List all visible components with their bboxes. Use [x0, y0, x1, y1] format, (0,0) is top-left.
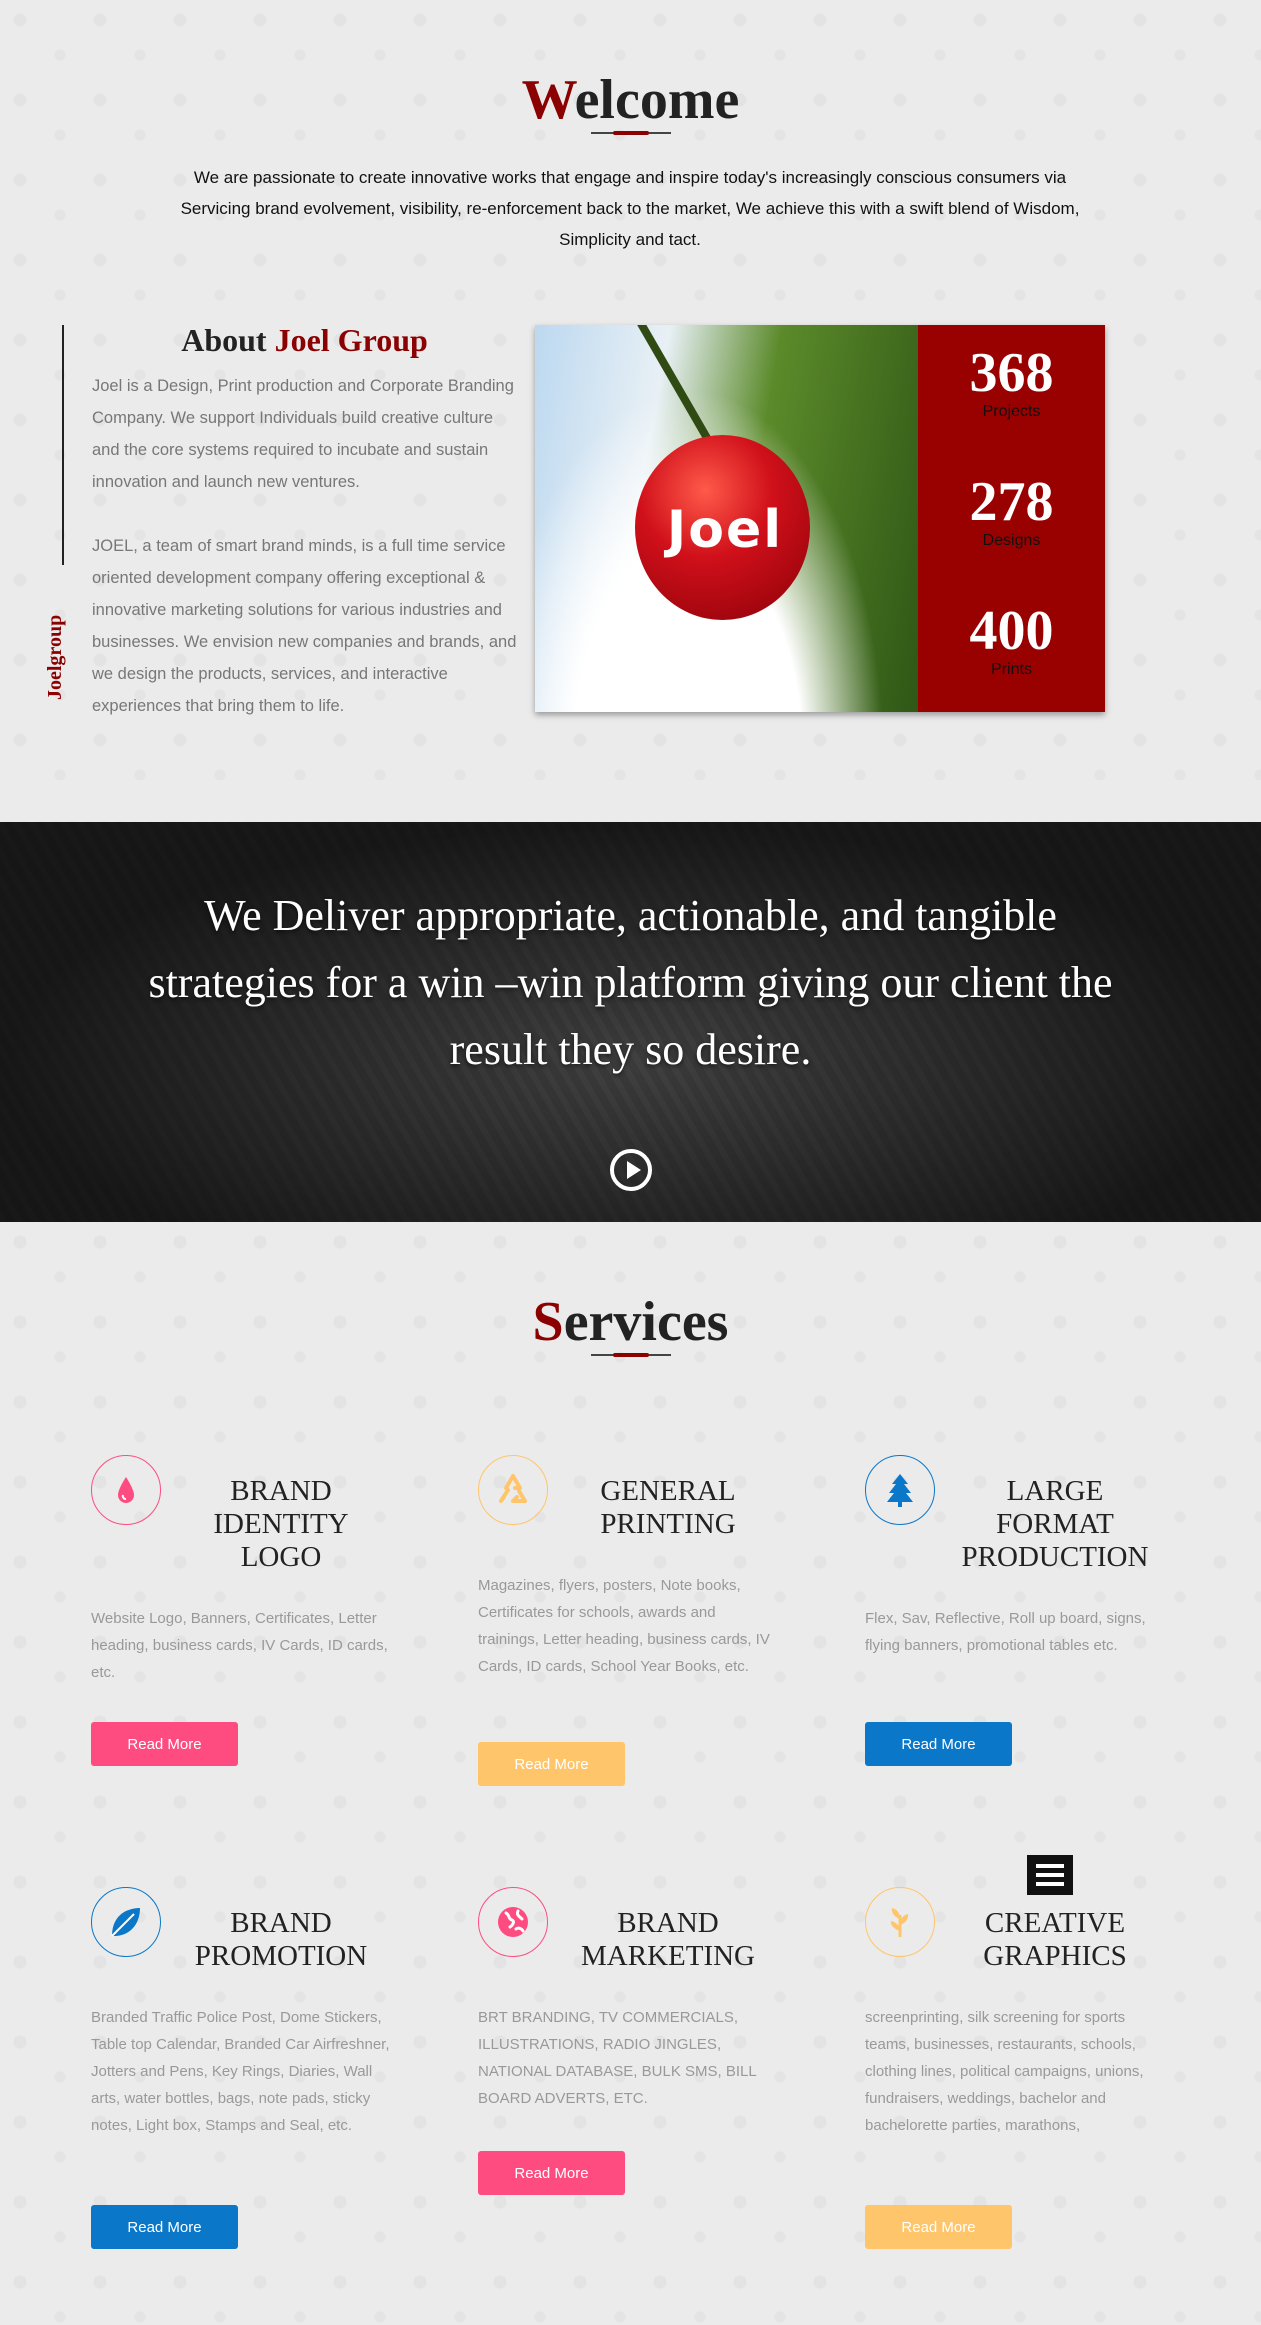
menu-bar — [1036, 1873, 1064, 1877]
menu-bar — [1036, 1864, 1064, 1868]
services-section: Services BRAND IDENTITY LOGO Website Log… — [0, 1222, 1261, 2325]
about-vertical-line — [62, 325, 64, 565]
leaf-icon — [91, 1887, 161, 1957]
about-feature-box: Joel 368 Projects 278 Designs 400 Prints — [535, 325, 1105, 712]
service-description: BRT BRANDING, TV COMMERCIALS, ILLUSTRATI… — [478, 2009, 757, 2107]
read-more-button[interactable]: Read More — [91, 1722, 238, 1766]
services-title: Services — [532, 1291, 729, 1353]
service-title: BRAND MARKETING — [581, 1907, 755, 1972]
welcome-title: Welcome — [521, 69, 740, 131]
recycle-icon — [478, 1455, 548, 1525]
service-description: Website Logo, Banners, Certificates, Let… — [91, 1610, 388, 1681]
about-title: About Joel Group — [181, 322, 428, 358]
read-more-button[interactable]: Read More — [865, 2205, 1012, 2249]
stat-label: Projects — [982, 403, 1041, 420]
banner-text: We Deliver appropriate, actionable, and … — [148, 891, 1113, 1074]
service-title: CREATIVE GRAPHICS — [983, 1907, 1127, 1972]
cherry-stem — [632, 325, 715, 447]
service-title: BRAND PROMOTION — [194, 1907, 368, 1972]
play-circle-icon[interactable] — [610, 1149, 652, 1191]
stat-label: Designs — [982, 532, 1041, 549]
globe-icon — [478, 1887, 548, 1957]
stat-projects: 368 Projects — [918, 343, 1105, 421]
service-title: GENERAL PRINTING — [600, 1475, 736, 1540]
read-more-button[interactable]: Read More — [478, 1742, 625, 1786]
service-description: Branded Traffic Police Post, Dome Sticke… — [91, 2009, 390, 2134]
stat-label: Prints — [991, 661, 1032, 678]
welcome-text: We are passionate to create innovative w… — [180, 168, 1080, 249]
service-description: screenprinting, silk screening for sport… — [865, 2009, 1144, 2134]
cherry-photo: Joel — [535, 325, 918, 712]
menu-bar — [1036, 1882, 1064, 1886]
strategy-banner: We Deliver appropriate, actionable, and … — [0, 822, 1261, 1222]
read-more-button[interactable]: Read More — [865, 1722, 1012, 1766]
service-title: BRAND IDENTITY LOGO — [213, 1475, 349, 1573]
about-paragraph-2: JOEL, a team of smart brand minds, is a … — [92, 537, 517, 715]
service-description: Flex, Sav, Reflective, Roll up board, si… — [865, 1610, 1146, 1654]
read-more-button[interactable]: Read More — [478, 2151, 625, 2195]
stat-number: 278 — [969, 471, 1054, 533]
service-title: LARGE FORMAT PRODUCTION — [961, 1475, 1149, 1573]
stats-panel: 368 Projects 278 Designs 400 Prints — [918, 325, 1105, 712]
stat-prints: 400 Prints — [918, 601, 1105, 679]
services-title-rule — [590, 1353, 671, 1357]
welcome-section: Welcome We are passionate to create inno… — [0, 0, 1261, 780]
stat-designs: 278 Designs — [918, 472, 1105, 550]
drop-icon — [91, 1455, 161, 1525]
stat-number: 368 — [969, 342, 1054, 404]
service-description: Magazines, flyers, posters, Note books, … — [478, 1577, 770, 1675]
sprout-icon — [865, 1887, 935, 1957]
about-paragraph-1: Joel is a Design, Print production and C… — [92, 377, 514, 491]
welcome-title-rule — [590, 131, 671, 135]
tree-icon — [865, 1455, 935, 1525]
read-more-button[interactable]: Read More — [91, 2205, 238, 2249]
stat-number: 400 — [969, 600, 1054, 662]
about-vertical-label: Joelgroup — [44, 614, 66, 700]
hamburger-menu-icon[interactable] — [1027, 1855, 1073, 1895]
cherry-photo-label: Joel — [666, 500, 784, 560]
